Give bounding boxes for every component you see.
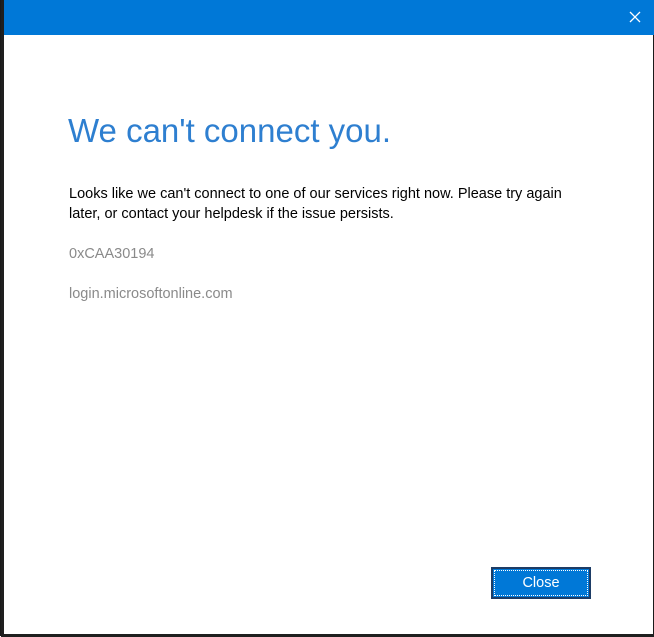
service-host: login.microsoftonline.com: [69, 286, 233, 302]
window-left-border: [1, 0, 4, 637]
title-bar: [4, 0, 654, 35]
error-code: 0xCAA30194: [69, 246, 155, 262]
close-icon[interactable]: [627, 9, 643, 25]
close-button[interactable]: Close: [491, 567, 591, 599]
error-heading: We can't connect you.: [68, 112, 392, 149]
dialog-window: We can't connect you. Looks like we can'…: [0, 0, 654, 637]
error-message: Looks like we can't connect to one of ou…: [69, 186, 562, 222]
close-button-label: Close: [494, 570, 588, 596]
